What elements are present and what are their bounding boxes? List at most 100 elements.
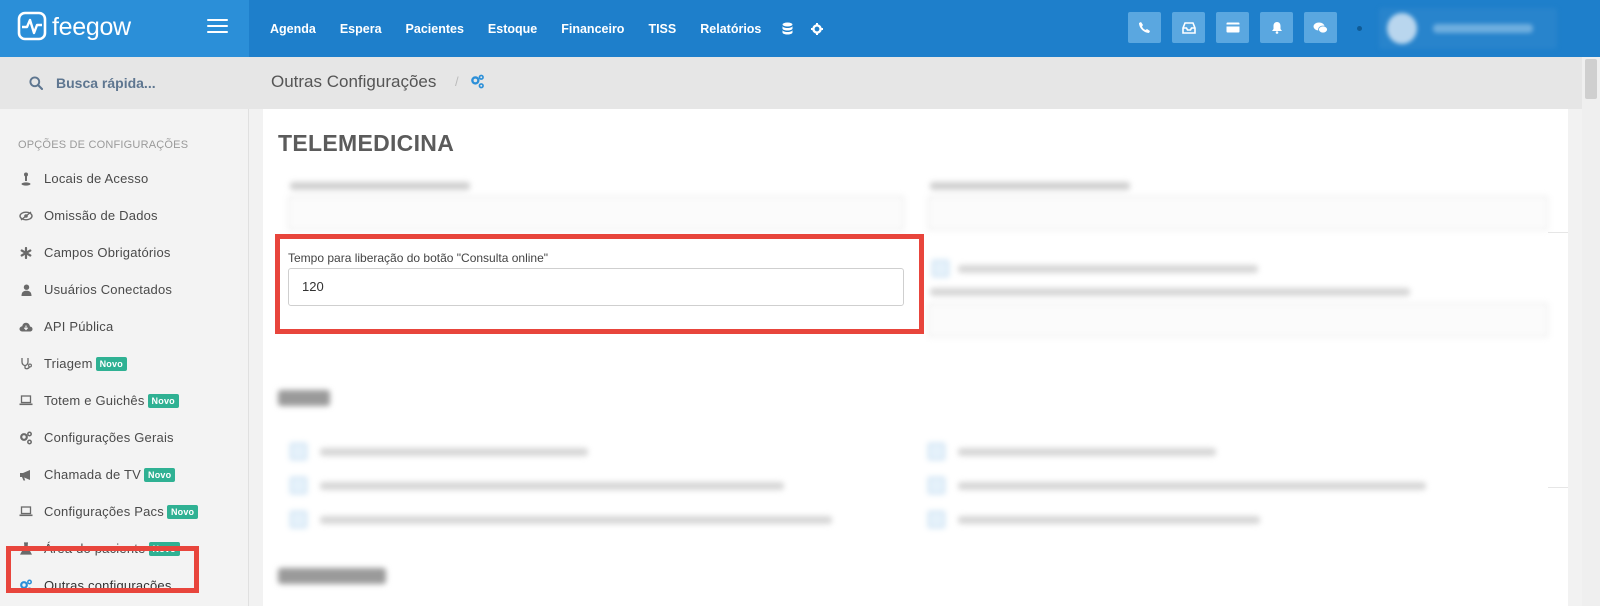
search-input[interactable]: Busca rápida... (56, 75, 156, 91)
status-dot (1357, 26, 1362, 31)
blurred-checkbox[interactable] (928, 511, 945, 528)
cogs-icon (471, 74, 484, 89)
location-icon (18, 171, 34, 187)
chat-icon[interactable] (1304, 12, 1337, 43)
bullhorn-icon (18, 467, 34, 483)
sidebar-item-usuarios-conectados[interactable]: Usuários Conectados (0, 271, 249, 308)
blurred-checkbox[interactable] (290, 511, 307, 528)
sidebar: Busca rápida... OPÇÕES DE CONFIGURAÇÕES … (0, 57, 249, 606)
bell-icon[interactable] (1260, 12, 1293, 43)
blurred-text (320, 448, 588, 456)
brand-name[interactable]: feegow (52, 13, 131, 42)
laptop-icon (18, 393, 34, 409)
blurred-text (958, 516, 1260, 524)
page-title: Outras Configurações (271, 72, 437, 91)
divider (1548, 232, 1568, 233)
release-time-input[interactable]: 120 (288, 268, 904, 306)
blurred-label (930, 182, 1130, 190)
blurred-checkbox[interactable] (932, 260, 949, 277)
scrollbar-thumb[interactable] (1585, 59, 1597, 99)
stethoscope-icon (18, 356, 34, 372)
blurred-label (290, 182, 470, 190)
brand-panel: feegow (0, 0, 249, 57)
sidebar-item-label: Chamada de TV (44, 467, 142, 482)
breadcrumb: Outras Configurações / (249, 57, 1592, 109)
blurred-select[interactable] (288, 196, 904, 230)
blurred-text (930, 288, 1410, 296)
sidebar-item-label: Área do paciente (44, 541, 146, 556)
sidebar-item-configuracoes-pacs[interactable]: Configurações Pacs Novo (0, 493, 249, 530)
blurred-text (320, 516, 832, 524)
sidebar-item-area-do-paciente[interactable]: Área do paciente Novo (0, 530, 249, 567)
user-name (1433, 24, 1533, 33)
new-badge: Novo (147, 393, 179, 408)
sidebar-item-label: Configurações Gerais (44, 430, 174, 445)
eye-slash-icon (18, 208, 34, 224)
nav-financeiro[interactable]: Financeiro (549, 22, 636, 36)
main-nav: Agenda Espera Pacientes Estoque Financei… (258, 0, 832, 57)
user-menu[interactable] (1379, 8, 1557, 49)
sidebar-item-configuracoes-gerais[interactable]: Configurações Gerais (0, 419, 249, 456)
quick-search[interactable]: Busca rápida... (0, 57, 249, 109)
breadcrumb-separator: / (455, 74, 459, 89)
new-badge: Novo (144, 467, 176, 482)
release-time-label: Tempo para liberação do botão "Consulta … (288, 251, 549, 265)
sidebar-item-api-publica[interactable]: API Pública (0, 308, 249, 345)
blurred-text (958, 448, 1216, 456)
database-icon[interactable] (773, 22, 802, 35)
divider (1548, 487, 1568, 488)
new-badge: Novo (148, 541, 180, 556)
blurred-text (320, 482, 784, 490)
sidebar-item-label: Campos Obrigatórios (44, 245, 171, 260)
new-badge: Novo (95, 356, 127, 371)
nav-estoque[interactable]: Estoque (476, 22, 549, 36)
cloud-icon (18, 319, 34, 335)
section-title-telemedicina: TELEMEDICINA (278, 130, 455, 156)
sidebar-item-label: Triagem (44, 356, 93, 371)
blurred-select[interactable] (928, 196, 1548, 230)
nav-pacientes[interactable]: Pacientes (394, 22, 476, 36)
inbox-icon[interactable] (1172, 12, 1205, 43)
sidebar-item-label: Usuários Conectados (44, 282, 173, 297)
new-badge: Novo (166, 504, 199, 519)
sidebar-item-omissao-de-dados[interactable]: Omissão de Dados (0, 197, 249, 234)
blurred-text (958, 265, 1258, 273)
sidebar-item-label: Configurações Pacs (44, 504, 164, 519)
sidebar-item-locais-de-acesso[interactable]: Locais de Acesso (0, 160, 249, 197)
blurred-checkbox[interactable] (928, 443, 945, 460)
user-icon (18, 282, 34, 298)
menu-toggle-icon[interactable] (207, 19, 228, 37)
gear-icon[interactable] (802, 22, 832, 35)
blurred-checkbox[interactable] (928, 477, 945, 494)
phone-icon[interactable] (1128, 12, 1161, 43)
search-icon (29, 76, 43, 90)
nav-espera[interactable]: Espera (328, 22, 394, 36)
laptop-icon (18, 504, 34, 520)
blurred-checkbox[interactable] (290, 443, 307, 460)
sidebar-item-label: Totem e Guichês (44, 393, 145, 408)
nav-relatorios[interactable]: Relatórios (688, 22, 773, 36)
avatar (1387, 13, 1417, 44)
sidebar-item-outras-configuracoes[interactable]: Outras configurações (0, 567, 249, 604)
sidebar-item-label: Outras configurações (44, 578, 172, 593)
sidebar-item-chamada-de-tv[interactable]: Chamada de TV Novo (0, 456, 249, 493)
nav-tiss[interactable]: TISS (636, 22, 688, 36)
sidebar-item-label: Omissão de Dados (44, 208, 158, 223)
blurred-heading (278, 390, 330, 406)
blurred-checkbox[interactable] (290, 477, 307, 494)
sidebar-item-label: API Pública (44, 319, 114, 334)
top-navbar: feegow Agenda Espera Pacientes Estoque F… (0, 0, 1600, 57)
blurred-input[interactable] (928, 303, 1548, 337)
flask-icon (18, 541, 34, 557)
sidebar-item-campos-obrigatorios[interactable]: Campos Obrigatórios (0, 234, 249, 271)
asterisk-icon (18, 245, 34, 261)
sidebar-list: Locais de Acesso Omissão de Dados Campos… (0, 160, 249, 604)
sidebar-item-totem-e-guiches[interactable]: Totem e Guichês Novo (0, 382, 249, 419)
nav-agenda[interactable]: Agenda (258, 22, 328, 36)
sidebar-item-triagem[interactable]: Triagem Novo (0, 345, 249, 382)
top-actions (1128, 12, 1348, 43)
page-scrollbar[interactable] (1582, 57, 1600, 606)
card-icon[interactable] (1216, 12, 1249, 43)
sidebar-section-title: OPÇÕES DE CONFIGURAÇÕES (18, 139, 189, 151)
feegow-logo-icon (17, 11, 47, 41)
